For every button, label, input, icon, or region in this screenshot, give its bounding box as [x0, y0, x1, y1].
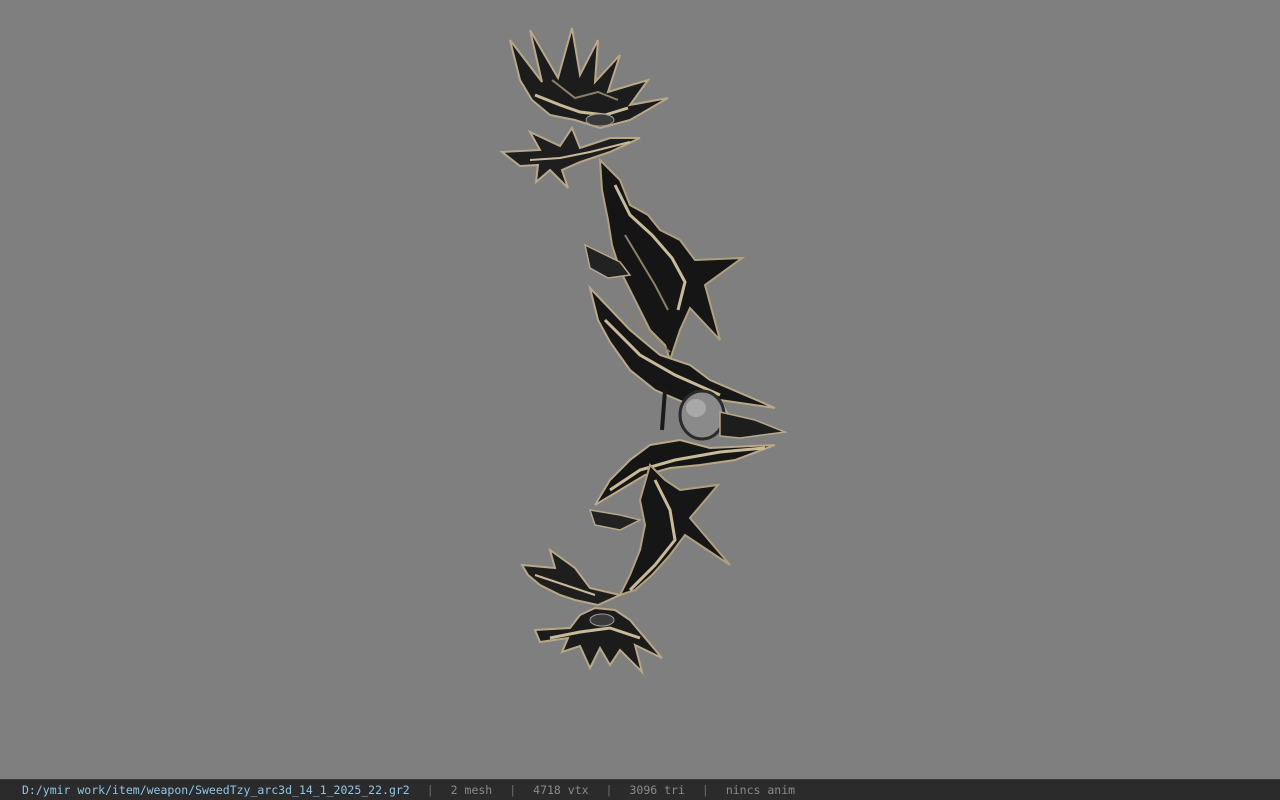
bottom-flower-ornament [533, 606, 663, 676]
separator: | [509, 783, 517, 797]
status-bar: D:/ymir work/item/weapon/SweedTzy_arc3d_… [0, 779, 1280, 800]
3d-viewport[interactable] [0, 0, 1280, 779]
lower-leaf-ornament [520, 547, 624, 607]
animation-status-label: nincs anim [725, 783, 796, 797]
mesh-count-label: 2 mesh [450, 783, 493, 797]
vertex-count-label: 4718 vtx [533, 783, 589, 797]
separator: | [426, 783, 434, 797]
top-flower-ornament [509, 27, 669, 130]
bow-model-render[interactable] [480, 20, 810, 685]
separator: | [605, 783, 613, 797]
triangle-count-label: 3096 tri [629, 783, 685, 797]
file-path-label: D:/ymir work/item/weapon/SweedTzy_arc3d_… [22, 783, 410, 797]
separator: | [701, 783, 709, 797]
